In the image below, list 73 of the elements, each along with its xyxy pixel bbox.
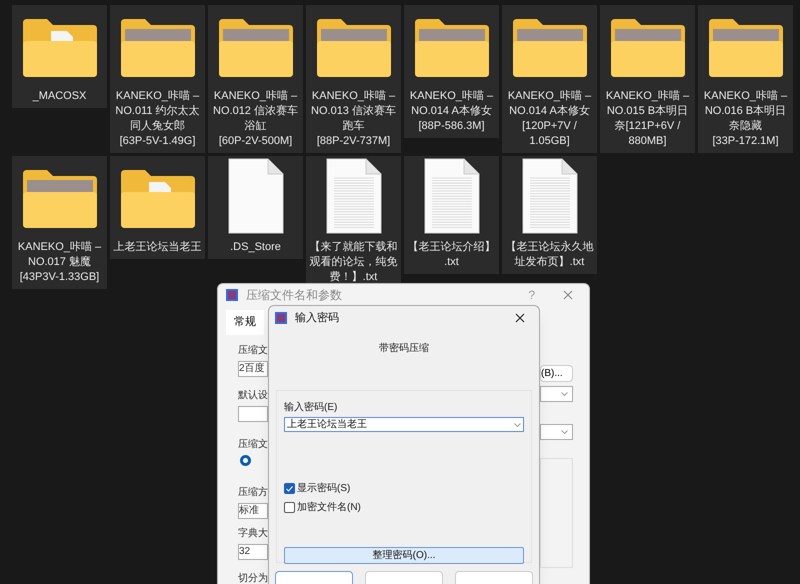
file-tile[interactable]: KANEKO_咔喵 – NO.011 约尔太太同人兔女郎 [63P-5V-1.49G] — [110, 5, 205, 153]
document-folder-icon — [20, 17, 98, 79]
file-name: KANEKO_咔喵 – NO.015 B本明日奈[121P+6V / 880MB] — [604, 89, 690, 149]
file-name: _MACOSX — [32, 89, 88, 104]
file-name: KANEKO_咔喵 – NO.014 A本修女 [120P+7V / 1.05GB] — [506, 89, 592, 149]
photo-folder-icon — [20, 168, 98, 230]
field-label: 输入密码(E) — [284, 400, 338, 415]
method-field[interactable]: 标准 — [238, 502, 268, 518]
file-tile[interactable]: 上老王论坛当老王 — [110, 156, 205, 259]
file-name: 【来了就能下载和观看的论坛，纯免费！】.txt — [308, 240, 398, 285]
file-name: .DS_Store — [229, 240, 282, 255]
file-name: KANEKO_咔喵 – NO.016 B本明日奈隐藏 [33P-172.1M] — [702, 89, 788, 149]
field-label: 压缩文 — [238, 344, 268, 358]
chevron-down-icon — [514, 422, 521, 426]
dropdown-field[interactable] — [540, 424, 573, 440]
archive-app-icon — [226, 289, 238, 301]
photo-folder-icon — [706, 17, 784, 79]
file-tile[interactable]: KANEKO_咔喵 – NO.016 B本明日奈隐藏 [33P-172.1M] — [698, 5, 793, 153]
photo-folder-icon — [314, 17, 392, 79]
checkbox-label: 显示密码(S) — [297, 482, 350, 496]
field-label: 切分为 — [238, 572, 268, 584]
profile-field[interactable] — [238, 406, 268, 422]
file-name: 【老王论坛介绍】 .txt — [406, 240, 496, 270]
chevron-down-icon — [561, 392, 568, 396]
password-combo-field[interactable]: 上老王论坛当老王 — [284, 417, 524, 432]
file-name: KANEKO_咔喵 – NO.011 约尔太太同人兔女郎 [63P-5V-1.49G] — [114, 89, 201, 149]
chevron-down-icon — [561, 430, 568, 434]
file-tile[interactable]: _MACOSX — [12, 5, 107, 108]
dialog-title: 压缩文件名和参数 — [246, 287, 342, 304]
file-name: KANEKO_咔喵 – NO.012 信浓赛车浴缸 [60P-2V-500M] — [212, 89, 299, 149]
file-tile[interactable]: KANEKO_咔喵 – NO.015 B本明日奈[121P+6V / 880MB] — [600, 5, 695, 153]
file-tile[interactable]: 【老王论坛永久地址发布页】.txt — [502, 156, 597, 274]
dialog-title: 输入密码 — [295, 310, 339, 326]
text-file-icon — [424, 158, 480, 234]
photo-folder-icon — [412, 17, 490, 79]
file-tile[interactable]: KANEKO_咔喵 – NO.017 魅魔 [43P3V-1.33GB] — [12, 156, 107, 289]
archive-name-field[interactable]: 2百度 — [238, 360, 268, 376]
browse-button[interactable]: (B)... — [540, 364, 573, 382]
file-name: 上老王论坛当老王 — [112, 240, 202, 255]
radio-button[interactable] — [240, 454, 251, 466]
file-tile[interactable]: KANEKO_咔喵 – NO.013 信浓赛车跑车 [88P-2V-737M] — [306, 5, 401, 153]
field-label: 压缩文 — [238, 438, 268, 452]
field-label: 字典大 — [238, 526, 268, 540]
dropdown-field[interactable] — [540, 386, 573, 402]
file-name: KANEKO_咔喵 – NO.014 A本修女 [88P-586.3M] — [408, 89, 494, 134]
blank-file-icon — [228, 158, 284, 234]
checkbox[interactable] — [284, 483, 295, 494]
photo-folder-icon — [216, 17, 294, 79]
file-tile[interactable]: .DS_Store — [208, 156, 303, 259]
photo-folder-icon — [510, 17, 588, 79]
file-tile[interactable]: KANEKO_咔喵 – NO.014 A本修女 [88P-586.3M] — [404, 5, 499, 138]
file-tile[interactable]: KANEKO_咔喵 – NO.014 A本修女 [120P+7V / 1.05GB] — [502, 5, 597, 153]
dialog-heading: 带密码压缩 — [379, 342, 429, 356]
organize-button[interactable]: 整理密码(O)... — [284, 547, 524, 564]
dictionary-field[interactable]: 32 — [238, 544, 268, 560]
file-tile[interactable]: 【老王论坛介绍】 .txt — [404, 156, 499, 274]
text-file-icon — [326, 158, 382, 234]
document-folder-icon — [118, 168, 196, 230]
photo-folder-icon — [118, 17, 196, 79]
close-icon[interactable] — [515, 313, 525, 323]
file-name: KANEKO_咔喵 – NO.017 魅魔 [43P3V-1.33GB] — [16, 240, 102, 285]
file-name: 【老王论坛永久地址发布页】.txt — [504, 240, 594, 270]
photo-folder-icon — [608, 17, 686, 79]
tab[interactable]: 常规 — [226, 310, 264, 334]
text-file-icon — [522, 158, 578, 234]
checkbox-label: 加密文件名(N) — [297, 500, 361, 515]
archive-app-icon — [275, 312, 287, 324]
field-label: 默认设 — [238, 388, 268, 402]
file-name: KANEKO_咔喵 – NO.013 信浓赛车跑车 [88P-2V-737M] — [310, 89, 397, 149]
checkmark-icon — [286, 486, 293, 492]
field-label: 压缩方 — [238, 486, 268, 500]
file-tile[interactable]: KANEKO_咔喵 – NO.012 信浓赛车浴缸 [60P-2V-500M] — [208, 5, 303, 153]
checkbox[interactable] — [284, 502, 295, 513]
